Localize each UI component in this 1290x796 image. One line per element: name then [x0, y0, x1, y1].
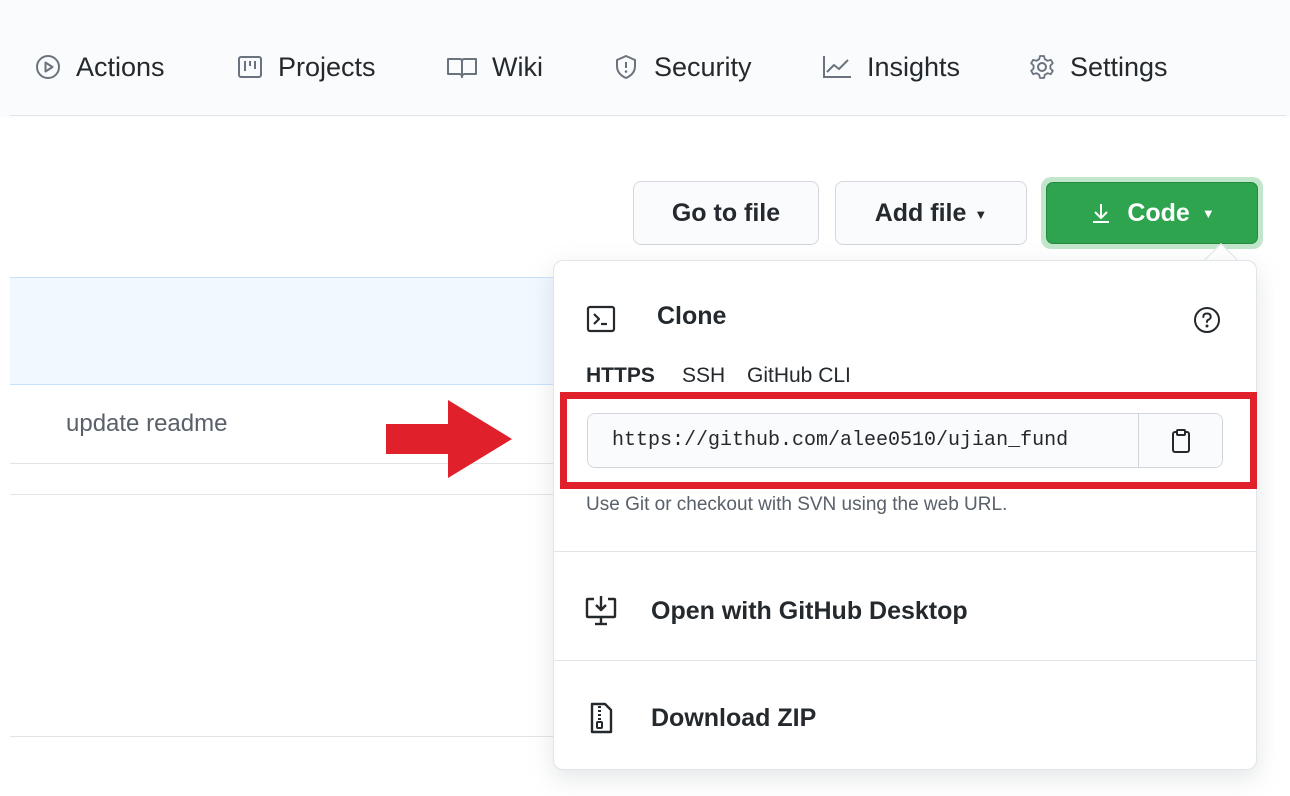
tab-https[interactable]: HTTPS: [586, 364, 655, 388]
tab-ssh[interactable]: SSH: [682, 364, 725, 388]
row-divider: [10, 494, 570, 495]
code-button[interactable]: Code ▼: [1046, 182, 1258, 244]
open-github-desktop-option[interactable]: Open with GitHub Desktop: [554, 561, 1256, 661]
menu-divider: [554, 551, 1256, 552]
highlight-box-annotation: [560, 392, 1257, 489]
nav-divider: [10, 115, 1286, 116]
code-button-focus-ring: Code ▼: [1041, 177, 1263, 249]
gear-icon: [1028, 53, 1056, 81]
nav-item-label: Insights: [867, 51, 961, 82]
nav-item-insights[interactable]: Insights: [821, 48, 960, 86]
download-zip-label: Download ZIP: [651, 703, 817, 732]
desktop-download-icon: [584, 594, 618, 628]
add-file-label: Add file: [874, 198, 967, 227]
graph-icon: [821, 53, 853, 81]
commit-message-link[interactable]: update readme: [66, 410, 227, 438]
nav-item-security[interactable]: Security: [612, 48, 752, 86]
add-file-button[interactable]: Add file ▼: [835, 181, 1027, 245]
nav-item-label: Projects: [278, 51, 376, 82]
shield-icon: [612, 53, 640, 81]
nav-item-label: Wiki: [492, 51, 543, 82]
question-icon[interactable]: [1192, 305, 1222, 335]
nav-item-label: Actions: [76, 51, 165, 82]
book-icon: [446, 53, 478, 81]
go-to-file-button[interactable]: Go to file: [633, 181, 819, 245]
latest-commit-bar: [10, 277, 570, 385]
nav-item-label: Security: [654, 51, 752, 82]
menu-divider: [554, 660, 1256, 661]
tab-github-cli[interactable]: GitHub CLI: [747, 364, 851, 388]
download-icon: [1089, 201, 1127, 225]
go-to-file-label: Go to file: [671, 198, 781, 227]
file-zip-icon: [584, 701, 618, 735]
nav-item-settings[interactable]: Settings: [1028, 48, 1168, 86]
clone-title: Clone: [657, 302, 727, 330]
clone-hint: Use Git or checkout with SVN using the w…: [586, 494, 1008, 515]
play-circle-icon: [34, 53, 62, 81]
caret-down-icon: ▼: [974, 206, 988, 222]
download-zip-option[interactable]: Download ZIP: [554, 668, 1256, 768]
repo-nav: Actions Projects Wiki Security Insights …: [0, 0, 1290, 117]
code-button-label: Code: [1127, 198, 1190, 227]
red-arrow-annotation: [386, 400, 512, 478]
row-divider: [10, 736, 570, 737]
open-github-desktop-label: Open with GitHub Desktop: [651, 596, 968, 625]
project-board-icon: [236, 53, 264, 81]
nav-item-label: Settings: [1070, 51, 1168, 82]
nav-item-wiki[interactable]: Wiki: [446, 48, 543, 86]
nav-item-projects[interactable]: Projects: [236, 48, 376, 86]
caret-down-icon: ▼: [1201, 205, 1215, 221]
terminal-icon: [586, 304, 616, 334]
nav-item-actions[interactable]: Actions: [34, 48, 165, 86]
